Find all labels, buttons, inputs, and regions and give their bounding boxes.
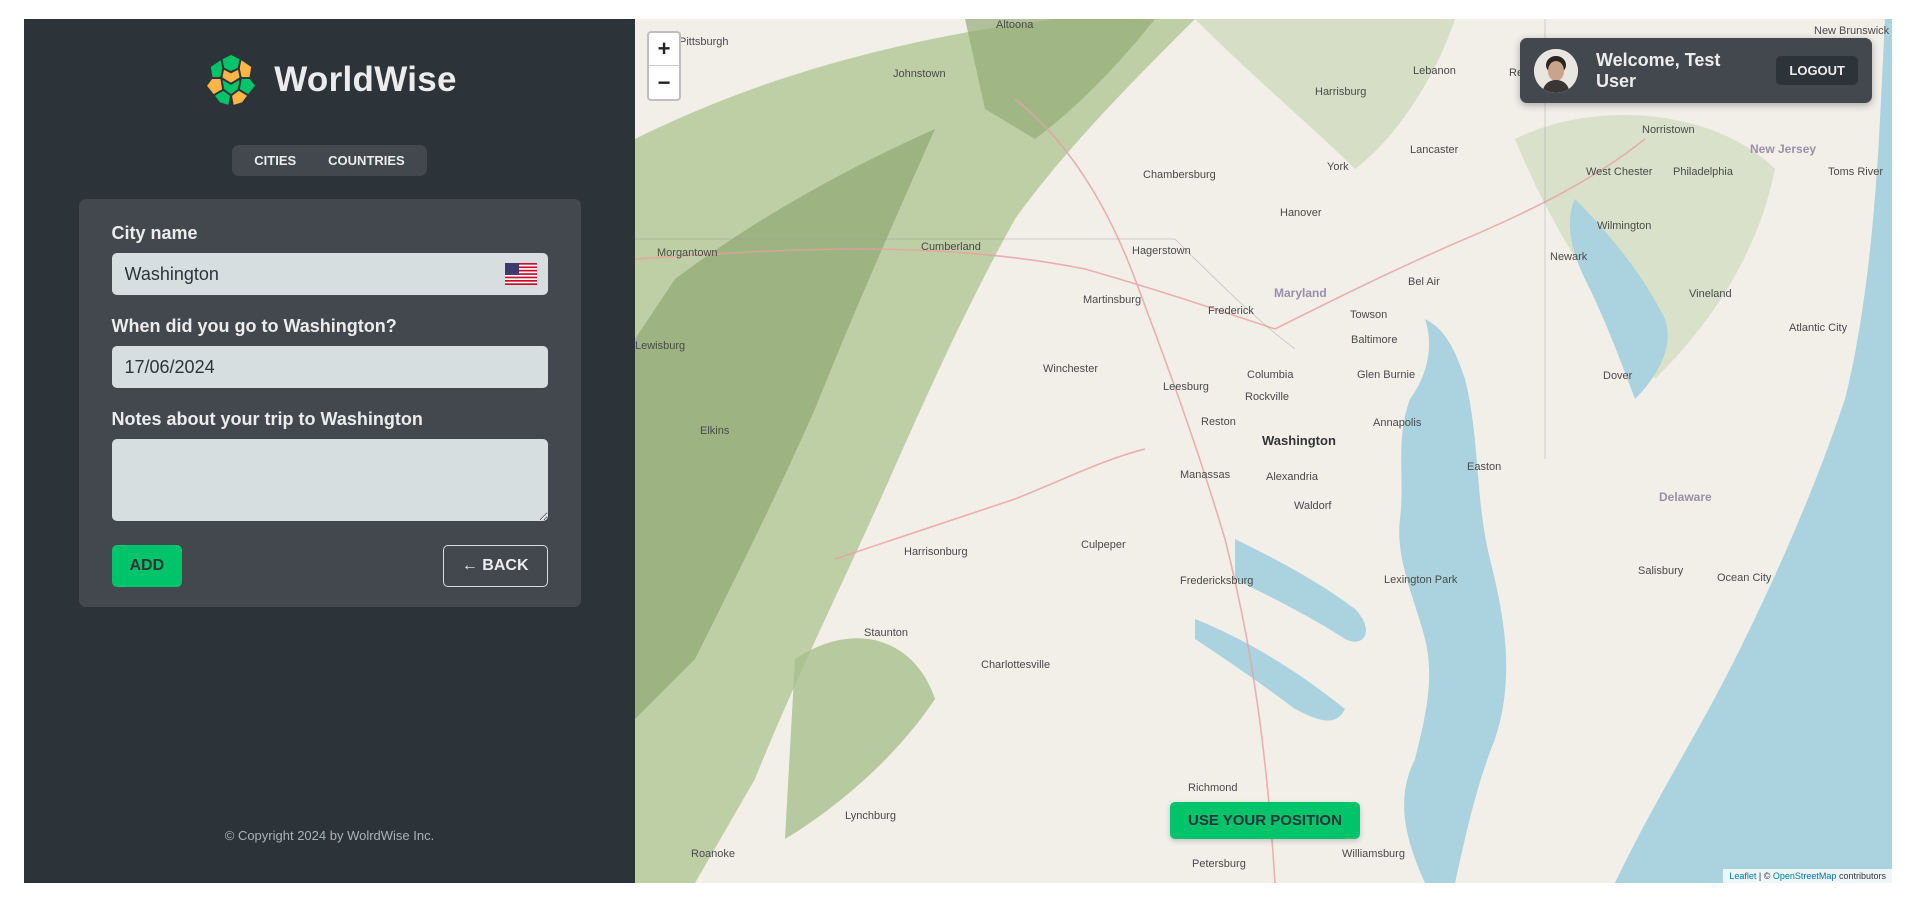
form-buttons: Add ← Back: [111, 545, 548, 587]
date-label: When did you go to Washington?: [111, 316, 397, 336]
map-place-norristown: Norristown: [1642, 124, 1695, 136]
map-place-fredericksburg: Fredericksburg: [1180, 575, 1254, 587]
city-name-row: City name: [111, 223, 548, 295]
copyright-footer: © Copyright 2024 by WolrdWise Inc.: [224, 828, 435, 843]
main-nav: Cities Countries: [232, 145, 427, 176]
map-place-columbia: Columbia: [1247, 369, 1294, 381]
map-place-chambersburg: Chambersburg: [1143, 169, 1216, 181]
map-place-richmond: Richmond: [1188, 782, 1238, 794]
logo[interactable]: WorldWise: [202, 51, 457, 109]
map-place-elkins: Elkins: [700, 425, 730, 437]
map-attribution: Leaflet | © OpenStreetMap contributors: [1723, 869, 1892, 883]
map-place-roanoke: Roanoke: [691, 848, 736, 860]
map-place-washington: Washington: [1262, 433, 1336, 448]
add-button[interactable]: Add: [111, 545, 183, 587]
map-place-philadelphia: Philadelphia: [1673, 166, 1733, 178]
city-name-input[interactable]: [111, 253, 548, 295]
notes-textarea[interactable]: [111, 439, 548, 521]
us-flag-icon: [504, 263, 537, 285]
app-name: WorldWise: [274, 60, 457, 99]
map-place-morgantown: Morgantown: [657, 247, 718, 259]
map-place-harrisburg: Harrisburg: [1315, 86, 1367, 98]
map-place-lexington-park: Lexington Park: [1384, 574, 1458, 586]
map-place-staunton: Staunton: [864, 627, 909, 639]
use-position-button[interactable]: Use your position: [1170, 802, 1360, 839]
date-input[interactable]: [111, 346, 548, 388]
attribution-suffix: contributors: [1838, 871, 1886, 881]
user-avatar: [1534, 48, 1578, 93]
map-place-alexandria: Alexandria: [1266, 471, 1318, 483]
city-name-wrap: [111, 253, 548, 295]
map-place-new-brunswick: New Brunswick: [1814, 25, 1890, 37]
map-place-charlottesville: Charlottesville: [981, 659, 1051, 671]
map-place-lancaster: Lancaster: [1410, 144, 1459, 156]
map-place-atlantic-city: Atlantic City: [1789, 322, 1848, 334]
map-place-annapolis: Annapolis: [1373, 417, 1422, 429]
map-place-petersburg: Petersburg: [1192, 858, 1246, 870]
map-tiles[interactable]: [635, 19, 1892, 883]
map-place-pittsburgh: Pittsburgh: [679, 36, 729, 48]
map-place-west-chester: West Chester: [1586, 166, 1653, 178]
map-place-reston: Reston: [1201, 416, 1236, 428]
map-place-harrisonburg: Harrisonburg: [904, 546, 968, 558]
map-place-york: York: [1327, 161, 1349, 173]
map-place-frederick: Frederick: [1208, 305, 1254, 317]
map-place-new-jersey: New Jersey: [1750, 142, 1817, 156]
user-panel: Welcome, Test User Logout: [1520, 38, 1872, 103]
city-name-label: City name: [111, 223, 198, 243]
map-place-hagerstown: Hagerstown: [1132, 245, 1191, 257]
attribution-separator: | ©: [1758, 871, 1771, 881]
map-place-lebanon: Lebanon: [1413, 65, 1456, 77]
map-place-cumberland: Cumberland: [921, 241, 981, 253]
zoom-out-button[interactable]: −: [649, 66, 679, 99]
map-place-culpeper: Culpeper: [1081, 539, 1126, 551]
notes-label: Notes about your trip to Washington: [111, 409, 423, 429]
map-place-winchester: Winchester: [1043, 363, 1099, 375]
app-shell: WorldWise Cities Countries City name: [24, 19, 1892, 883]
map-place-lewisburg: Lewisburg: [635, 340, 686, 352]
notes-row: Notes about your trip to Washington: [111, 409, 548, 526]
map-place-hanover: Hanover: [1280, 207, 1322, 219]
add-city-form: City name When: [78, 199, 581, 607]
map-place-maryland: Maryland: [1274, 286, 1327, 300]
map-place-towson: Towson: [1350, 309, 1388, 321]
map-place-delaware: Delaware: [1659, 490, 1712, 504]
map-place-salisbury: Salisbury: [1638, 565, 1684, 577]
user-portrait-icon: [1534, 48, 1578, 93]
map-place-johnstown: Johnstown: [893, 68, 946, 80]
map-place-williamsburg: Williamsburg: [1342, 848, 1405, 860]
date-row: When did you go to Washington?: [111, 316, 548, 388]
nav-cities[interactable]: Cities: [238, 153, 312, 168]
map-place-glen-burnie: Glen Burnie: [1357, 369, 1416, 381]
welcome-text: Welcome, Test User: [1596, 49, 1721, 91]
map-place-bel-air: Bel Air: [1408, 276, 1440, 288]
map-place-baltimore: Baltimore: [1351, 334, 1398, 346]
map-place-leesburg: Leesburg: [1163, 381, 1209, 393]
osm-link[interactable]: OpenStreetMap: [1773, 871, 1837, 881]
map-place-dover: Dover: [1603, 370, 1633, 382]
nav-countries[interactable]: Countries: [312, 153, 421, 168]
map-place-manassas: Manassas: [1180, 469, 1231, 481]
map-place-wilmington: Wilmington: [1597, 220, 1652, 232]
map-place-waldorf: Waldorf: [1294, 500, 1332, 512]
map-container[interactable]: Altoona Pittsburgh Johnstown Harrisburg Leba…: [635, 19, 1892, 883]
map-place-newark: Newark: [1550, 251, 1588, 263]
map-place-ocean-city: Ocean City: [1717, 572, 1772, 584]
back-button[interactable]: ← Back: [442, 545, 548, 587]
map-place-toms-river: Toms River: [1828, 166, 1884, 178]
sidebar: WorldWise Cities Countries City name: [24, 19, 635, 883]
map-place-martinsburg: Martinsburg: [1083, 294, 1142, 306]
map-place-easton: Easton: [1467, 461, 1502, 473]
globe-logo-icon: [204, 52, 259, 108]
leaflet-link[interactable]: Leaflet: [1729, 871, 1756, 881]
map-place-vineland: Vineland: [1689, 288, 1732, 300]
zoom-in-button[interactable]: +: [649, 33, 679, 66]
zoom-control: + −: [647, 31, 681, 101]
map-place-altoona: Altoona: [996, 19, 1034, 31]
map-place-rockville: Rockville: [1245, 391, 1290, 403]
map-place-lynchburg: Lynchburg: [845, 810, 896, 822]
logout-button[interactable]: Logout: [1776, 56, 1858, 85]
